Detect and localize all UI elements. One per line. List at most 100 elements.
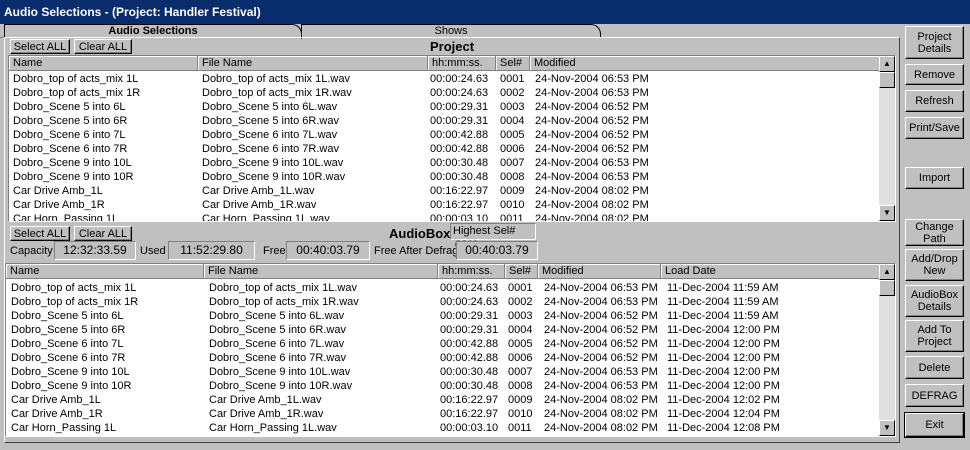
- table-cell: 00:00:30.48: [440, 366, 499, 378]
- add-to-project-button[interactable]: Add To Project: [905, 320, 964, 352]
- audiobox-col-file-name[interactable]: File Name: [204, 264, 438, 279]
- table-row[interactable]: Dobro_Scene 5 into 6L Dobro_Scene 5 into …: [9, 100, 895, 114]
- table-cell: 00:00:42.88: [440, 352, 499, 364]
- table-row[interactable]: Car Drive Amb_1R Car Drive Amb_1R.wav 00:1…: [6, 407, 895, 421]
- table-cell: 24-Nov-2004 08:02 PM: [544, 394, 658, 406]
- table-row[interactable]: Car Horn_Passing 1L Car Horn_Passing 1L.w…: [9, 212, 895, 222]
- table-cell: Dobro_top of acts_mix 1R: [11, 296, 139, 308]
- project-col-sel[interactable]: Sel#: [496, 56, 530, 71]
- project-details-button[interactable]: Project Details: [905, 26, 964, 59]
- import-button[interactable]: Import: [905, 167, 964, 189]
- tab-shows[interactable]: Shows: [301, 24, 601, 38]
- scroll-down-arrow-icon[interactable]: ▼: [879, 420, 895, 436]
- table-row[interactable]: Car Drive Amb_1L Car Drive Amb_1L.wav 00:1…: [9, 184, 895, 198]
- audiobox-list[interactable]: Name File Name hh:mm:ss. Sel# Modified L…: [5, 263, 896, 437]
- table-row[interactable]: Dobro_Scene 6 into 7R Dobro_Scene 6 into …: [6, 351, 895, 365]
- table-cell: Dobro_Scene 6 into 7R.wav: [209, 352, 346, 364]
- table-cell: 0007: [500, 157, 525, 169]
- defrag-button[interactable]: DEFRAG: [905, 384, 964, 407]
- table-row[interactable]: Dobro_Scene 6 into 7L Dobro_Scene 6 into …: [9, 128, 895, 142]
- project-col-modified[interactable]: Modified: [530, 56, 880, 71]
- table-cell: Dobro_Scene 5 into 6L: [11, 310, 124, 322]
- table-row[interactable]: Car Horn_Passing 1L Car Horn_Passing 1L.w…: [6, 421, 895, 435]
- table-cell: 24-Nov-2004 08:02 PM: [535, 213, 649, 222]
- scroll-thumb[interactable]: [879, 280, 895, 296]
- table-row[interactable]: Dobro_Scene 5 into 6R Dobro_Scene 5 into …: [6, 323, 895, 337]
- table-row[interactable]: Dobro_Scene 6 into 7R Dobro_Scene 6 into …: [9, 142, 895, 156]
- change-path-button[interactable]: Change Path: [905, 219, 964, 246]
- used-value: 11:52:29.80: [168, 241, 255, 260]
- audiobox-col-duration[interactable]: hh:mm:ss.: [438, 264, 505, 279]
- table-row[interactable]: Dobro_top of acts_mix 1L Dobro_top of act…: [6, 281, 895, 295]
- table-row[interactable]: Car Drive Amb_1L Car Drive Amb_1L.wav 00:1…: [6, 393, 895, 407]
- scroll-thumb[interactable]: [879, 72, 895, 88]
- audiobox-details-button[interactable]: AudioBox Details: [905, 285, 964, 317]
- audiobox-scrollbar[interactable]: ▲ ▼: [879, 264, 895, 436]
- free-after-defrag-label: Free After Defrag: [374, 245, 459, 257]
- project-col-duration[interactable]: hh:mm:ss.: [428, 56, 496, 71]
- project-col-name[interactable]: Name: [9, 56, 198, 71]
- table-cell: 00:00:24.63: [440, 296, 499, 308]
- table-cell: 00:00:29.31: [430, 101, 489, 113]
- table-cell: 24-Nov-2004 06:53 PM: [544, 366, 658, 378]
- table-cell: 24-Nov-2004 06:53 PM: [535, 157, 649, 169]
- audiobox-select-all-button[interactable]: Select ALL: [10, 226, 70, 241]
- table-row[interactable]: Car Drive Amb_1R Car Drive Amb_1R.wav 00:1…: [9, 198, 895, 212]
- table-cell: 0009: [500, 185, 525, 197]
- scroll-down-arrow-icon[interactable]: ▼: [879, 205, 895, 221]
- delete-button[interactable]: Delete: [905, 356, 964, 379]
- project-scrollbar[interactable]: ▲ ▼: [879, 56, 895, 221]
- audiobox-col-modified[interactable]: Modified: [538, 264, 661, 279]
- table-cell: Dobro_Scene 9 into 10R.wav: [202, 171, 346, 183]
- table-cell: 0003: [508, 310, 533, 322]
- table-cell: 24-Nov-2004 08:02 PM: [544, 408, 658, 420]
- table-cell: Car Drive Amb_1L: [11, 394, 101, 406]
- table-row[interactable]: Dobro_Scene 5 into 6L Dobro_Scene 5 into …: [6, 309, 895, 323]
- table-row[interactable]: Dobro_Scene 9 into 10L Dobro_Scene 9 into…: [9, 156, 895, 170]
- project-select-all-button[interactable]: Select ALL: [10, 39, 70, 54]
- project-clear-all-button[interactable]: Clear ALL: [74, 39, 132, 54]
- table-cell: Dobro_Scene 5 into 6R.wav: [202, 115, 339, 127]
- table-row[interactable]: Dobro_top of acts_mix 1L Dobro_top of act…: [9, 72, 895, 86]
- table-row[interactable]: Dobro_Scene 9 into 10R Dobro_Scene 9 into…: [9, 170, 895, 184]
- print-save-button[interactable]: Print/Save: [905, 117, 964, 139]
- table-row[interactable]: Dobro_Scene 6 into 7L Dobro_Scene 6 into …: [6, 337, 895, 351]
- table-cell: 24-Nov-2004 06:52 PM: [544, 324, 658, 336]
- refresh-button[interactable]: Refresh: [905, 90, 964, 112]
- table-cell: Dobro_top of acts_mix 1L: [11, 282, 137, 294]
- table-cell: 24-Nov-2004 08:02 PM: [544, 422, 658, 434]
- audiobox-clear-all-button[interactable]: Clear ALL: [74, 226, 132, 241]
- table-cell: 11-Dec-2004 12:00 PM: [667, 380, 780, 392]
- table-cell: 24-Nov-2004 08:02 PM: [535, 185, 649, 197]
- project-heading: Project: [430, 39, 475, 54]
- remove-button[interactable]: Remove: [905, 64, 964, 85]
- table-cell: 24-Nov-2004 06:53 PM: [544, 296, 658, 308]
- table-row[interactable]: Dobro_top of acts_mix 1R Dobro_top of act…: [6, 295, 895, 309]
- audiobox-col-name[interactable]: Name: [6, 264, 204, 279]
- table-row[interactable]: Dobro_Scene 9 into 10L Dobro_Scene 9 into…: [6, 365, 895, 379]
- audiobox-col-sel[interactable]: Sel#: [505, 264, 538, 279]
- table-cell: Dobro_top of acts_mix 1R.wav: [202, 87, 352, 99]
- table-row[interactable]: Dobro_Scene 5 into 6R Dobro_Scene 5 into …: [9, 114, 895, 128]
- table-cell: Car Horn_Passing 1L.wav: [209, 422, 337, 434]
- table-cell: 0007: [508, 366, 533, 378]
- table-cell: 11-Dec-2004 12:02 PM: [667, 394, 780, 406]
- scroll-up-arrow-icon[interactable]: ▲: [879, 264, 895, 280]
- project-col-file-name[interactable]: File Name: [198, 56, 428, 71]
- exit-button[interactable]: Exit: [904, 412, 965, 438]
- add-drop-new-label: Add/Drop New: [911, 253, 958, 277]
- table-cell: Car Drive Amb_1R.wav: [209, 408, 324, 420]
- add-drop-new-button[interactable]: Add/Drop New: [905, 249, 964, 281]
- import-label: Import: [918, 172, 951, 184]
- table-cell: 00:00:30.48: [430, 171, 489, 183]
- scroll-up-arrow-icon[interactable]: ▲: [879, 56, 895, 72]
- project-list[interactable]: Name File Name hh:mm:ss. Sel# Modified D…: [8, 55, 896, 222]
- table-row[interactable]: Dobro_top of acts_mix 1R Dobro_top of act…: [9, 86, 895, 100]
- table-row[interactable]: Dobro_Scene 9 into 10R Dobro_Scene 9 into…: [6, 379, 895, 393]
- audiobox-heading: AudioBox: [389, 226, 451, 241]
- table-cell: Dobro_Scene 6 into 7R: [13, 143, 128, 155]
- table-cell: 11-Dec-2004 12:00 PM: [667, 366, 780, 378]
- table-cell: Dobro_top of acts_mix 1R: [13, 87, 141, 99]
- table-cell: 0011: [508, 422, 532, 434]
- audiobox-col-load-date[interactable]: Load Date: [661, 264, 880, 279]
